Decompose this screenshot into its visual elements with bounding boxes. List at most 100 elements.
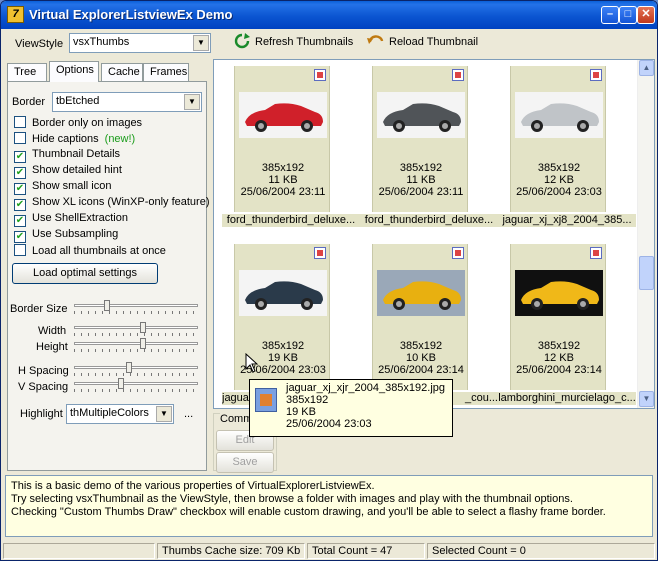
highlight-ellipsis-button[interactable]: ... [184, 408, 193, 420]
checkbox-unchecked-icon[interactable] [14, 244, 26, 256]
app-icon: 7 [7, 6, 24, 23]
slider-thumb[interactable] [126, 362, 132, 373]
comment-group-label: Comm [220, 413, 253, 425]
thumbnail-item[interactable]: 385x192 12 KB 25/06/2004 23:14 lamborghini_… [498, 244, 636, 408]
image-type-icon [314, 69, 326, 81]
scroll-down-button[interactable]: ▼ [639, 391, 654, 407]
thumbnail-caption[interactable]: lamborghini_murcielago_c... [498, 392, 636, 405]
highlight-combo[interactable]: thMultipleColors ▼ [66, 404, 174, 424]
option-checkbox-label: Show detailed hint [32, 164, 122, 176]
minimize-button[interactable]: – [601, 6, 619, 24]
refresh-thumbnails-button[interactable]: Refresh Thumbnails [233, 33, 353, 55]
checkbox-checked-icon[interactable]: ✔ [14, 183, 26, 195]
option-checkbox-row[interactable]: Border only on images [14, 116, 142, 131]
image-type-icon [590, 247, 602, 259]
thumbnail-dims: 385x192 [261, 340, 305, 352]
thumbnail-size: 12 KB [544, 352, 574, 364]
tab-frames[interactable]: Frames [143, 63, 189, 81]
mouse-cursor-icon [245, 353, 259, 373]
thumbnail-caption[interactable]: ford_thunderbird_deluxe... [360, 214, 498, 227]
thumbnail-dims: 385x192 [261, 162, 305, 174]
close-button[interactable]: ✕ [637, 6, 655, 24]
option-checkbox-label: Thumbnail Details [32, 148, 121, 160]
thumbnail-date: 25/06/2004 23:11 [378, 186, 464, 198]
thumbnail-listview[interactable]: 385x192 11 KB 25/06/2004 23:11 ford_thunder… [213, 59, 655, 409]
thumbnail-date: 25/06/2004 23:11 [240, 186, 326, 198]
thumbnail-caption[interactable]: ford_thunderbird_deluxe... [222, 214, 360, 227]
option-checkbox-label: Use ShellExtraction [32, 212, 128, 224]
option-checkbox-row[interactable]: Hide captions (new!) [14, 132, 135, 147]
description-line: Try selecting vsxThumbnail as the ViewSt… [11, 493, 573, 505]
title-bar[interactable]: 7 Virtual ExplorerListviewEx Demo – □ ✕ [1, 1, 657, 29]
border-size-slider[interactable] [74, 300, 198, 314]
status-bar: Thumbs Cache size: 709 Kb Total Count = … [1, 541, 657, 560]
thumbnail-size: 12 KB [544, 174, 574, 186]
checkbox-unchecked-icon[interactable] [14, 116, 26, 128]
thumbnail-item[interactable]: 385x192 12 KB 25/06/2004 23:03 jaguar_xj_xj… [498, 66, 636, 241]
h-spacing-slider[interactable] [74, 362, 198, 376]
image-type-icon [590, 69, 602, 81]
thumbnail-hint-tooltip: jaguar_xj_xjr_2004_385x192.jpg 385x192 1… [249, 379, 453, 437]
thumbnail-date: 25/06/2004 23:03 [516, 186, 602, 198]
thumbnail-frame[interactable]: 385x192 11 KB 25/06/2004 23:11 [234, 66, 330, 212]
v-spacing-slider[interactable] [74, 378, 198, 392]
option-checkbox-row[interactable]: ✔ Show XL icons (WinXP-only feature) [14, 196, 210, 211]
height-slider[interactable] [74, 338, 198, 352]
car-image [239, 92, 327, 138]
tooltip-filename: jaguar_xj_xjr_2004_385x192.jpg [286, 382, 446, 394]
thumbnail-caption[interactable]: jaguar_xj_xj8_2004_385... [498, 214, 636, 227]
border-size-label: Border Size [10, 303, 68, 315]
tab-options[interactable]: Options [49, 61, 99, 82]
option-checkbox-row[interactable]: ✔ Use ShellExtraction [14, 212, 128, 227]
thumbnail-frame[interactable]: 385x192 11 KB 25/06/2004 23:11 [372, 66, 468, 212]
option-checkbox-row[interactable]: ✔ Show small icon [14, 180, 111, 195]
slider-thumb[interactable] [118, 378, 124, 389]
slider-thumb[interactable] [140, 338, 146, 349]
option-checkbox-row[interactable]: ✔ Use Subsampling [14, 228, 118, 243]
thumbnail-frame[interactable]: 385x192 12 KB 25/06/2004 23:03 [510, 66, 606, 212]
thumbnail-dims: 385x192 [399, 162, 443, 174]
scroll-thumb[interactable] [639, 256, 654, 290]
thumbnail-details: 385x192 11 KB 25/06/2004 23:11 [235, 162, 331, 198]
checkbox-checked-icon[interactable]: ✔ [14, 215, 26, 227]
border-label: Border [12, 96, 46, 108]
slider-thumb[interactable] [140, 322, 146, 333]
reload-icon [367, 35, 384, 44]
width-slider[interactable] [74, 322, 198, 336]
vertical-scrollbar[interactable]: ▲ ▼ [637, 60, 654, 408]
thumbnail-item[interactable]: 385x192 11 KB 25/06/2004 23:11 ford_thunder… [360, 66, 498, 241]
tooltip-date: 25/06/2004 23:03 [286, 418, 372, 430]
border-combo[interactable]: tbEtched ▼ [52, 92, 202, 112]
scroll-up-button[interactable]: ▲ [639, 60, 654, 76]
slider-thumb[interactable] [104, 300, 110, 311]
image-file-icon [255, 388, 277, 412]
checkbox-unchecked-icon[interactable] [14, 132, 26, 144]
tab-tree[interactable]: Tree [7, 63, 47, 81]
chevron-down-icon[interactable]: ▼ [184, 94, 200, 110]
tab-cache[interactable]: Cache [101, 63, 143, 81]
option-checkbox-label: Border only on images [32, 117, 143, 129]
v-spacing-label: V Spacing [18, 381, 69, 393]
checkbox-checked-icon[interactable]: ✔ [14, 231, 26, 243]
option-checkbox-row[interactable]: Load all thumbnails at once [14, 244, 166, 259]
thumbnail-item[interactable]: 385x192 11 KB 25/06/2004 23:11 ford_thunder… [222, 66, 360, 241]
status-selected-count: Selected Count = 0 [427, 543, 655, 559]
option-checkbox-row[interactable]: ✔ Thumbnail Details [14, 148, 120, 163]
car-image [377, 92, 465, 138]
thumbnail-size: 11 KB [268, 174, 298, 186]
reload-thumbnail-button[interactable]: Reload Thumbnail [367, 33, 478, 55]
maximize-button[interactable]: □ [619, 6, 637, 24]
chevron-down-icon[interactable]: ▼ [156, 406, 172, 422]
new-feature-tag: (new!) [104, 133, 136, 145]
thumbnail-frame[interactable]: 385x192 10 KB 25/06/2004 23:14 [372, 244, 468, 390]
checkbox-checked-icon[interactable]: ✔ [14, 199, 26, 211]
thumbnail-frame[interactable]: 385x192 12 KB 25/06/2004 23:14 [510, 244, 606, 390]
load-optimal-settings-button[interactable]: Load optimal settings [12, 263, 158, 284]
checkbox-checked-icon[interactable]: ✔ [14, 151, 26, 163]
main-window: 7 Virtual ExplorerListviewEx Demo – □ ✕ … [0, 0, 658, 561]
checkbox-checked-icon[interactable]: ✔ [14, 167, 26, 179]
description-line: Checking "Custom Thumbs Draw" checkbox w… [11, 506, 606, 518]
option-checkbox-row[interactable]: ✔ Show detailed hint [14, 164, 122, 179]
save-button[interactable]: Save [216, 452, 274, 473]
thumbnail-date: 25/06/2004 23:14 [378, 364, 464, 376]
